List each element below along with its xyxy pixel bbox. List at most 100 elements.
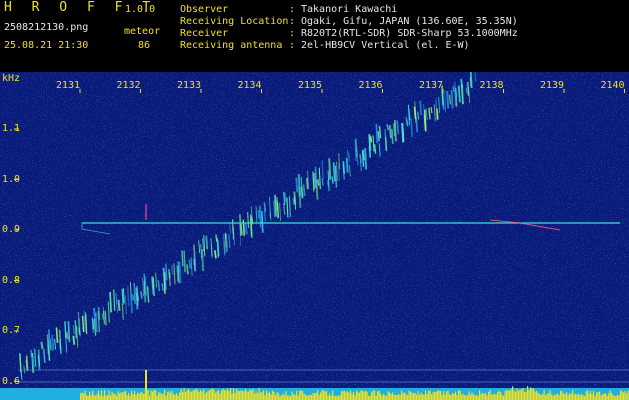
time-tick-label: 2136 — [358, 80, 383, 91]
strip-bar — [372, 390, 374, 400]
strip-bar — [225, 390, 227, 400]
freq-tick-label: 0.8 — [2, 274, 21, 286]
strip-bar — [213, 390, 215, 400]
strip-bar — [437, 390, 439, 400]
strip-bar — [278, 393, 280, 400]
strip-bar — [204, 393, 206, 400]
trace-streak — [332, 162, 336, 182]
strip-bar — [132, 394, 134, 400]
trace-streak — [74, 320, 78, 339]
strip-bar — [470, 394, 472, 400]
trace-streak — [297, 174, 301, 196]
strip-bar — [129, 395, 131, 400]
strip-bar — [173, 393, 175, 400]
strip-bar — [450, 394, 452, 400]
strip-bar — [510, 389, 512, 400]
strip-bar — [626, 393, 628, 400]
trace-streak — [32, 356, 35, 368]
trace-streak — [314, 166, 318, 186]
strip-bar — [198, 392, 200, 400]
strip-bar — [177, 395, 179, 400]
strip-bar — [590, 391, 592, 400]
strip-bar — [483, 393, 485, 400]
strip-bar — [209, 390, 211, 400]
strip-bar — [119, 393, 121, 400]
strip-bar — [104, 390, 106, 400]
strip-bar — [339, 395, 341, 400]
strip-bar — [404, 392, 406, 400]
strip-bar — [420, 392, 422, 400]
strip-bar — [317, 390, 319, 400]
trace-streak — [201, 249, 204, 272]
time-tick-label: 2131 — [56, 80, 81, 91]
strip-bar — [461, 394, 463, 400]
strip-bar — [407, 395, 409, 400]
strip-bar — [588, 393, 590, 400]
freq-tick-label: 1.0 — [2, 173, 21, 185]
time-tick-label: 2135 — [298, 80, 323, 91]
strip-bar — [239, 391, 241, 400]
strip-bar — [563, 393, 565, 400]
trace-streak — [64, 321, 67, 339]
strip-bar — [84, 390, 86, 400]
strip-bar — [159, 392, 161, 400]
strip-bar — [356, 390, 358, 400]
strip-bar — [410, 391, 412, 400]
strip-bar — [195, 388, 197, 400]
strip-bar — [305, 394, 307, 400]
strip-bar — [465, 395, 467, 400]
strip-bar — [611, 392, 613, 400]
strip-bar — [230, 388, 232, 400]
time-tick-label: 2139 — [540, 80, 565, 91]
strip-bar — [395, 394, 397, 400]
strip-bar — [576, 394, 578, 400]
strip-bar — [393, 395, 395, 400]
strip-bar — [531, 388, 533, 400]
strip-bar — [591, 394, 593, 400]
strip-bar — [504, 390, 506, 400]
strip-bar — [234, 393, 236, 400]
strip-bar — [545, 395, 547, 400]
strip-bar — [482, 392, 484, 400]
trace-streak — [126, 286, 130, 307]
strip-bar — [165, 395, 167, 400]
trace-streak — [302, 184, 306, 196]
strip-bar — [191, 391, 193, 400]
strip-bar — [509, 390, 511, 400]
trace-streak — [457, 85, 461, 103]
trace-streak — [188, 259, 192, 269]
strip-bar — [120, 392, 122, 400]
strip-bar — [264, 395, 266, 400]
strip-bar — [128, 392, 130, 400]
location-label: Receiving Location — [180, 16, 289, 27]
strip-bar — [83, 393, 85, 400]
strip-bar — [168, 391, 170, 400]
strip-bar — [273, 391, 275, 400]
strip-bar — [434, 391, 436, 400]
trace-streak — [394, 119, 397, 142]
strip-bar — [98, 391, 100, 400]
strip-bar — [311, 395, 313, 400]
strip-bar — [398, 393, 400, 400]
trace-streak — [151, 276, 155, 289]
trace-streak — [460, 84, 464, 105]
strip-bar — [252, 388, 254, 400]
trace-streak — [117, 299, 121, 311]
strip-bar — [266, 390, 268, 400]
strip-bar — [257, 393, 259, 400]
strip-bar — [321, 390, 323, 400]
strip-bar — [281, 395, 283, 400]
strip-bar — [507, 390, 509, 400]
strip-bar — [323, 390, 325, 400]
strip-bar — [336, 395, 338, 400]
trace-streak — [97, 311, 101, 333]
strip-bar — [558, 394, 560, 400]
strip-bar — [99, 395, 101, 400]
trace-streak — [410, 118, 413, 137]
strip-bar — [501, 394, 503, 400]
time-tick-label: 2137 — [419, 80, 444, 91]
strip-bar — [540, 394, 542, 400]
trace-streak — [170, 264, 174, 275]
strip-bar — [350, 390, 352, 400]
trace-streak — [446, 90, 450, 109]
